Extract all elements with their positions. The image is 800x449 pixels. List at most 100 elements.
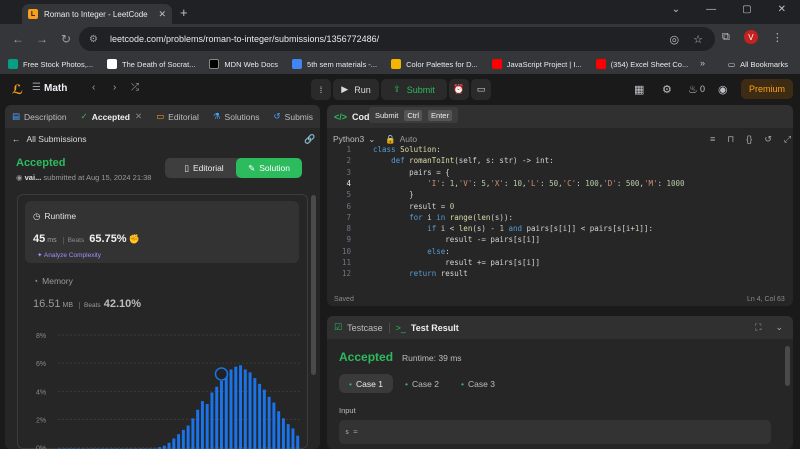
distribution-bar[interactable] (177, 434, 181, 449)
more-bookmarks-icon[interactable]: » (700, 58, 705, 68)
tab-accepted[interactable]: ✓ Accepted ✕ (74, 105, 150, 128)
user-avatar[interactable]: ◉ (718, 83, 728, 96)
code-line[interactable]: 10 else: (327, 247, 793, 258)
link-icon[interactable]: 🔗 (304, 134, 315, 145)
bookmark-icon[interactable]: ⊓ (727, 134, 734, 145)
format-icon[interactable]: ≡ (710, 134, 715, 145)
distribution-bar[interactable] (181, 429, 185, 449)
maximize-icon[interactable]: ▢ (742, 4, 751, 15)
braces-icon[interactable]: {} (746, 134, 752, 145)
code-line[interactable]: 11 result += pairs[s[i]] (327, 258, 793, 269)
eye-off-icon[interactable]: ◎ (670, 33, 680, 46)
bookmark-star-icon[interactable]: ☆ (693, 33, 703, 46)
code-editor[interactable]: 1 class Solution: 2 def romanToInt(self, s… (327, 145, 793, 291)
distribution-bar[interactable] (248, 372, 252, 449)
close-tab-icon[interactable]: ✕ (135, 111, 142, 122)
fullscreen-icon[interactable]: ⤢ (784, 134, 791, 145)
new-tab-icon[interactable]: + (180, 5, 188, 20)
site-info-icon[interactable]: ⚙ (89, 34, 98, 45)
distribution-bar[interactable] (172, 438, 176, 449)
bookmark-item[interactable]: The Death of Socrat... (93, 54, 195, 74)
all-bookmarks[interactable]: ▭ All Bookmarks (728, 54, 788, 74)
code-line[interactable]: 4 'I': 1,'V': 5,'X': 10,'L': 50,'C': 100… (327, 179, 793, 190)
close-tab-icon[interactable]: ✕ (158, 9, 166, 20)
case-tab-1[interactable]: • Case 1 (339, 374, 393, 393)
bookmark-item[interactable]: JavaScript Project | I... (478, 54, 582, 74)
distribution-bar[interactable] (267, 396, 271, 449)
back-icon[interactable]: ← (6, 32, 30, 46)
tab-test-result[interactable]: Test Result (411, 323, 459, 333)
runtime-distribution-chart[interactable]: 8%6%4%2%0% (18, 325, 309, 449)
layout-icon[interactable]: ▦ (634, 83, 644, 96)
distribution-bar[interactable] (186, 425, 190, 449)
left-scrollbar[interactable] (311, 195, 316, 375)
runtime-box[interactable]: ◷ Runtime 45 ms Beats 65.75% ✊ ✦ Analyze Com… (25, 201, 299, 263)
your-submission-marker[interactable] (214, 367, 229, 381)
distribution-bar[interactable] (196, 409, 200, 449)
code-line[interactable]: 9 result -= pairs[s[i]] (327, 235, 793, 246)
bookmark-item[interactable]: MDN Web Docs (195, 54, 278, 74)
distribution-bar[interactable] (220, 381, 223, 449)
distribution-bar[interactable] (205, 404, 209, 449)
code-line[interactable]: 8 if i < len(s) - 1 and pairs[s[i]] < pa… (327, 224, 793, 235)
distribution-bar[interactable] (286, 424, 290, 449)
solution-button[interactable]: ✎ Solution (236, 158, 302, 178)
distribution-bar[interactable] (243, 369, 247, 449)
tab-editorial[interactable]: ▭ Editorial (149, 105, 206, 128)
extensions-icon[interactable]: ⧉ (722, 31, 730, 44)
reset-icon[interactable]: ↺ (764, 134, 772, 145)
code-line[interactable]: 3 pairs = { (327, 168, 793, 179)
distribution-bar[interactable] (191, 418, 195, 449)
bookmark-item[interactable]: 5th sem materials -... (278, 54, 377, 74)
tab-solutions[interactable]: ⚗ Solutions (206, 105, 267, 128)
distribution-bar[interactable] (291, 428, 295, 449)
settings-icon[interactable]: ⚙ (662, 83, 672, 96)
premium-button[interactable]: Premium (741, 79, 793, 99)
distribution-bar[interactable] (210, 392, 214, 449)
case-tab-2[interactable]: • Case 2 (395, 374, 449, 393)
code-line[interactable]: 7 for i in range(len(s)): (327, 213, 793, 224)
analyze-complexity-link[interactable]: ✦ Analyze Complexity (37, 251, 101, 259)
distribution-bar[interactable] (281, 418, 285, 449)
result-scrollbar[interactable] (785, 346, 790, 386)
distribution-bar[interactable] (200, 401, 204, 449)
all-submissions-link[interactable]: ← All Submissions (12, 134, 87, 144)
distribution-bar[interactable] (234, 366, 238, 449)
maximize-panel-icon[interactable]: ⛶ (755, 322, 761, 333)
distribution-bar[interactable] (277, 411, 281, 449)
distribution-bar[interactable] (215, 386, 219, 449)
distribution-bar[interactable] (258, 383, 262, 449)
bookmark-item[interactable]: (354) Excel Sheet Co... (582, 54, 688, 74)
case-tab-3[interactable]: • Case 3 (451, 374, 505, 393)
browser-tab[interactable]: L Roman to Integer - LeetCode ✕ (22, 4, 172, 24)
profile-avatar[interactable]: V (743, 30, 758, 44)
code-line[interactable]: 5 } (327, 190, 793, 201)
language-select[interactable]: Python3 ⌄ (333, 134, 375, 145)
distribution-bar[interactable] (296, 435, 300, 449)
code-line[interactable]: 12 return result (327, 269, 793, 280)
distribution-bar[interactable] (229, 369, 233, 449)
url-field[interactable]: ⚙ leetcode.com/problems/roman-to-integer… (79, 27, 715, 51)
bookmark-item[interactable]: Color Palettes for D... (377, 54, 478, 74)
collapse-panel-icon[interactable]: ⌄ (775, 322, 783, 333)
tab-description[interactable]: ▤ Description (5, 105, 74, 128)
auto-toggle[interactable]: 🔒 Auto (385, 134, 417, 145)
tab-search-icon[interactable]: ⌄ (672, 4, 680, 15)
bookmark-item[interactable]: Free Stock Photos,... (0, 54, 93, 74)
tab-submissions[interactable]: ↺ Submis (267, 105, 320, 128)
distribution-bar[interactable] (262, 389, 266, 449)
tab-testcase[interactable]: Testcase (347, 323, 383, 333)
minimize-icon[interactable]: — (706, 4, 716, 15)
distribution-bar[interactable] (253, 378, 257, 449)
forward-icon[interactable]: → (30, 32, 54, 46)
code-line[interactable]: 6 result = 0 (327, 202, 793, 213)
chrome-menu-icon[interactable]: ⋮ (772, 31, 783, 44)
distribution-bar[interactable] (239, 365, 243, 449)
code-line[interactable]: 2 def romanToInt(self, s: str) -> int: (327, 156, 793, 167)
reload-icon[interactable]: ↻ (54, 32, 78, 46)
distribution-bar[interactable] (272, 402, 276, 449)
streak-fire-icon[interactable]: ♨ (688, 83, 698, 96)
editorial-button[interactable]: ▯ Editorial (165, 158, 243, 178)
distribution-bar[interactable] (167, 442, 171, 449)
distribution-bar[interactable] (224, 375, 228, 449)
